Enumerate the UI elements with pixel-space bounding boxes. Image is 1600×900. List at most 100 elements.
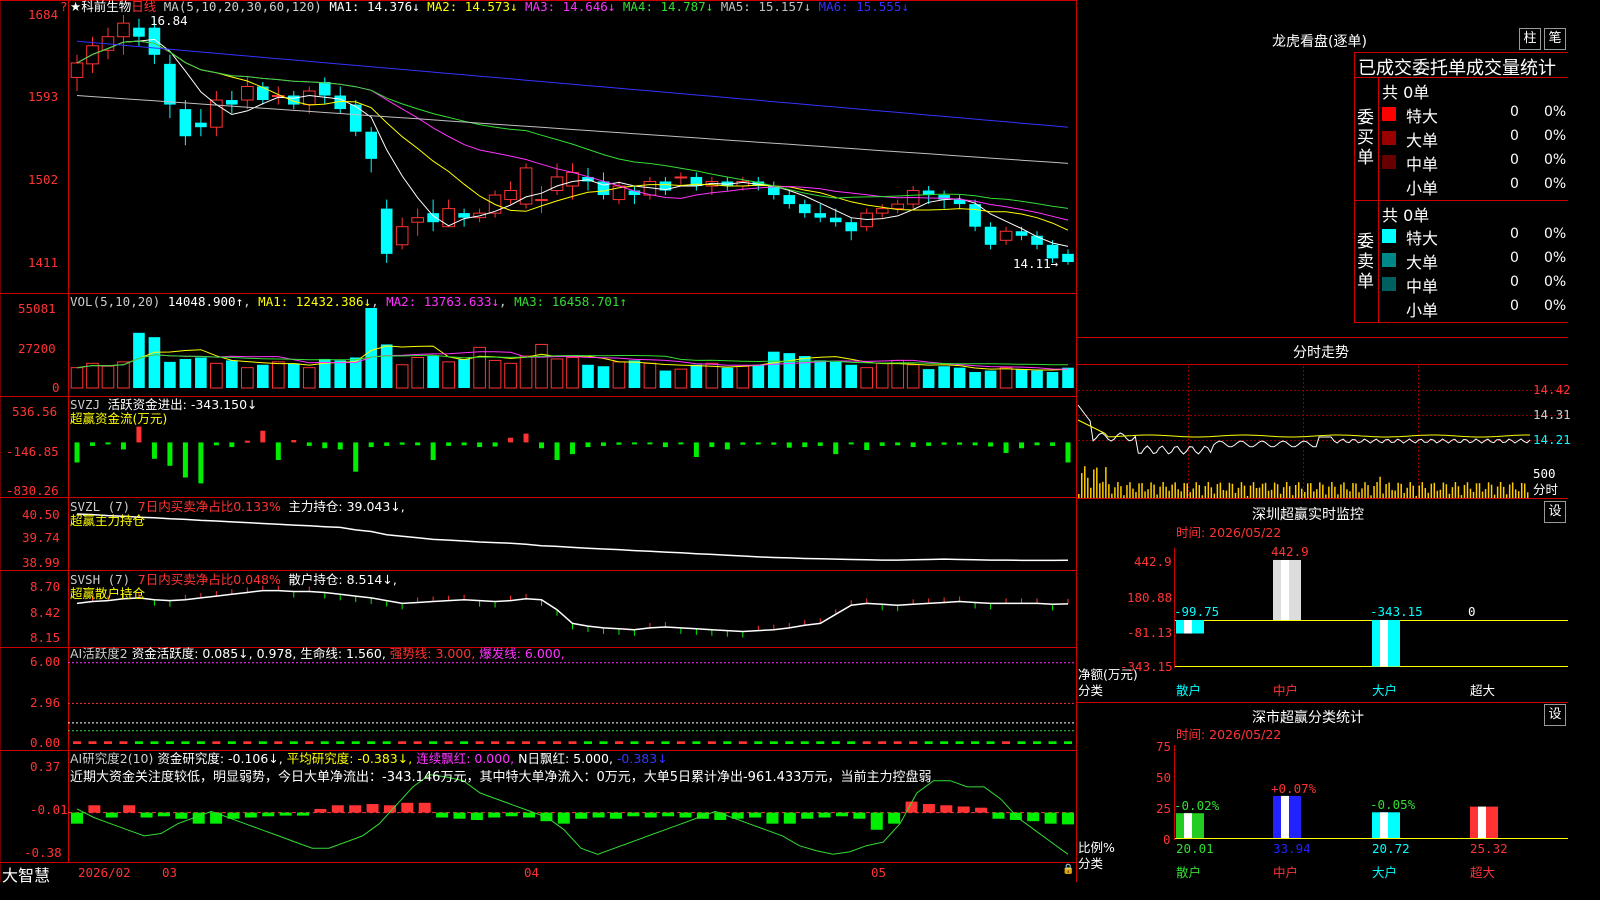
intraday-volume-bar (1153, 484, 1155, 498)
activity-bar (398, 741, 407, 744)
research-bar (957, 806, 970, 813)
intraday-volume-bar (1355, 483, 1357, 498)
cls-change: -0.05% (1370, 797, 1416, 813)
volume-bar-up (875, 362, 889, 389)
intraday-volume-bar (1213, 493, 1216, 498)
order-count: 0 (1510, 274, 1519, 290)
sz-category: 散户 (1176, 683, 1202, 698)
period-label[interactable]: 日线 (131, 0, 156, 14)
volume-bar-down (783, 353, 796, 388)
fund-flow-bar (833, 442, 839, 455)
intraday-volume-bar (1481, 491, 1484, 498)
intraday-volume-bar (1385, 484, 1387, 498)
intraday-volume-bar (1328, 486, 1330, 498)
activity-bar (460, 741, 469, 744)
intraday-volume-bar (1520, 482, 1523, 498)
fund-flow-bar (322, 442, 328, 449)
fund-flow-bar (678, 442, 684, 445)
volume-bar-up (488, 359, 502, 389)
volume-bar-down (458, 358, 470, 388)
volume-bar-down (1046, 372, 1059, 388)
fund-flow-bar (492, 442, 498, 447)
ai1-header: AI活跃度2 资金活跃度: 0.085↓, 0.978, 生命线: 1.560,… (70, 647, 565, 661)
intraday-volume-bar (1216, 484, 1219, 498)
ai1-value2: 0.978, (256, 646, 297, 661)
research-bar (1044, 812, 1057, 824)
stock-title[interactable]: ★科前生物 (70, 0, 131, 14)
svsh-value: 散户持仓: 8.514↓, (288, 572, 397, 587)
fund-flow-bar (926, 442, 932, 446)
ai1-strong: 强势线: 3.000, (389, 646, 476, 661)
volume-bar-down (721, 367, 734, 388)
activity-bar (645, 741, 654, 744)
sz-bar (1273, 560, 1301, 620)
sz-settings-button[interactable]: 设 (1544, 501, 1566, 523)
ma-legend-item: MA2: 14.573↓ (419, 0, 518, 14)
vol-header: VOL(5,10,20) 14048.900↑, MA1: 12432.386↓… (70, 294, 627, 309)
research-bar (888, 812, 901, 824)
chart-canvas[interactable] (0, 0, 1568, 882)
tick-mode-button[interactable]: 笔 (1544, 28, 1566, 50)
volume-bar-up (891, 359, 904, 389)
intraday-volume-bar (1349, 491, 1351, 498)
order-percent: 0% (1544, 298, 1567, 314)
intraday-volume-bar (1090, 487, 1092, 498)
cls-category: 中户 (1273, 865, 1299, 880)
intraday-volume-bar (1147, 489, 1149, 498)
fund-flow-bar (631, 442, 637, 445)
activity-bar (676, 741, 685, 744)
last-price-marker: 14.11→ (1013, 256, 1059, 271)
volume-bar-down (922, 369, 935, 388)
intraday-volume-bar (1237, 487, 1240, 498)
intraday-volume-bar (1325, 494, 1327, 498)
activity-bar (150, 741, 159, 744)
intraday-volume-bar (1505, 494, 1508, 498)
fund-flow-bar (151, 442, 157, 459)
order-count: 0 (1510, 298, 1519, 314)
swatch-icon (1382, 179, 1396, 193)
fund-flow-bar (399, 442, 405, 445)
intraday-volume-bar (1093, 469, 1095, 498)
intraday-volume-bar (1373, 486, 1375, 498)
volume-bar-up (442, 361, 455, 389)
research-bar (557, 812, 570, 824)
research-bar (679, 812, 692, 818)
svzl-header: SVZL (7) 7日内买卖净占比0.133% 主力持仓: 39.043↓, (70, 500, 405, 514)
intraday-volume-bar (1397, 482, 1399, 498)
lock-icon[interactable]: 🔒 (1062, 864, 1074, 875)
candle-down (164, 63, 176, 105)
research-line (76, 774, 1069, 855)
order-count: 0 (1510, 104, 1519, 120)
svzl-value: 主力持仓: 39.043↓, (288, 499, 405, 514)
research-bar (314, 808, 327, 813)
intraday-volume-bar (1478, 483, 1481, 498)
fund-flow-bar (910, 442, 916, 448)
intraday-volume-bar (1514, 489, 1517, 498)
fund-flow-bar (771, 442, 777, 445)
research-bar (940, 805, 953, 813)
intraday-volume-bar (1334, 486, 1336, 498)
intraday-volume-bar (1108, 484, 1110, 498)
activity-bar (134, 741, 143, 744)
bar-mode-button[interactable]: 柱 (1519, 28, 1541, 50)
intraday-volume-bar (1379, 476, 1381, 498)
volume-bar-down (148, 337, 161, 388)
volume-bar-up (395, 364, 409, 389)
cls-settings-button[interactable]: 设 (1544, 704, 1566, 726)
fund-flow-bar (848, 442, 854, 445)
main-holding-line (76, 513, 1069, 562)
volume-bar-down (659, 370, 672, 388)
intraday-volume-bar (1382, 493, 1384, 498)
intraday-volume-bar (1210, 487, 1213, 498)
intraday-volume-bar (1192, 488, 1195, 498)
activity-bar (630, 741, 639, 744)
svzj-value: 活跃资金进出: -343.150↓ (107, 397, 258, 412)
svsh-label: 超赢散户持仓 (70, 586, 146, 601)
volume-bar-up (643, 362, 657, 389)
intraday-volume-bar (1496, 486, 1499, 498)
volume-bar-up (473, 346, 486, 389)
intraday-tick: 14.42 (1533, 382, 1571, 397)
fund-flow-bar (461, 442, 467, 446)
intraday-volume-bar (1439, 489, 1442, 498)
candle-down (458, 213, 470, 218)
